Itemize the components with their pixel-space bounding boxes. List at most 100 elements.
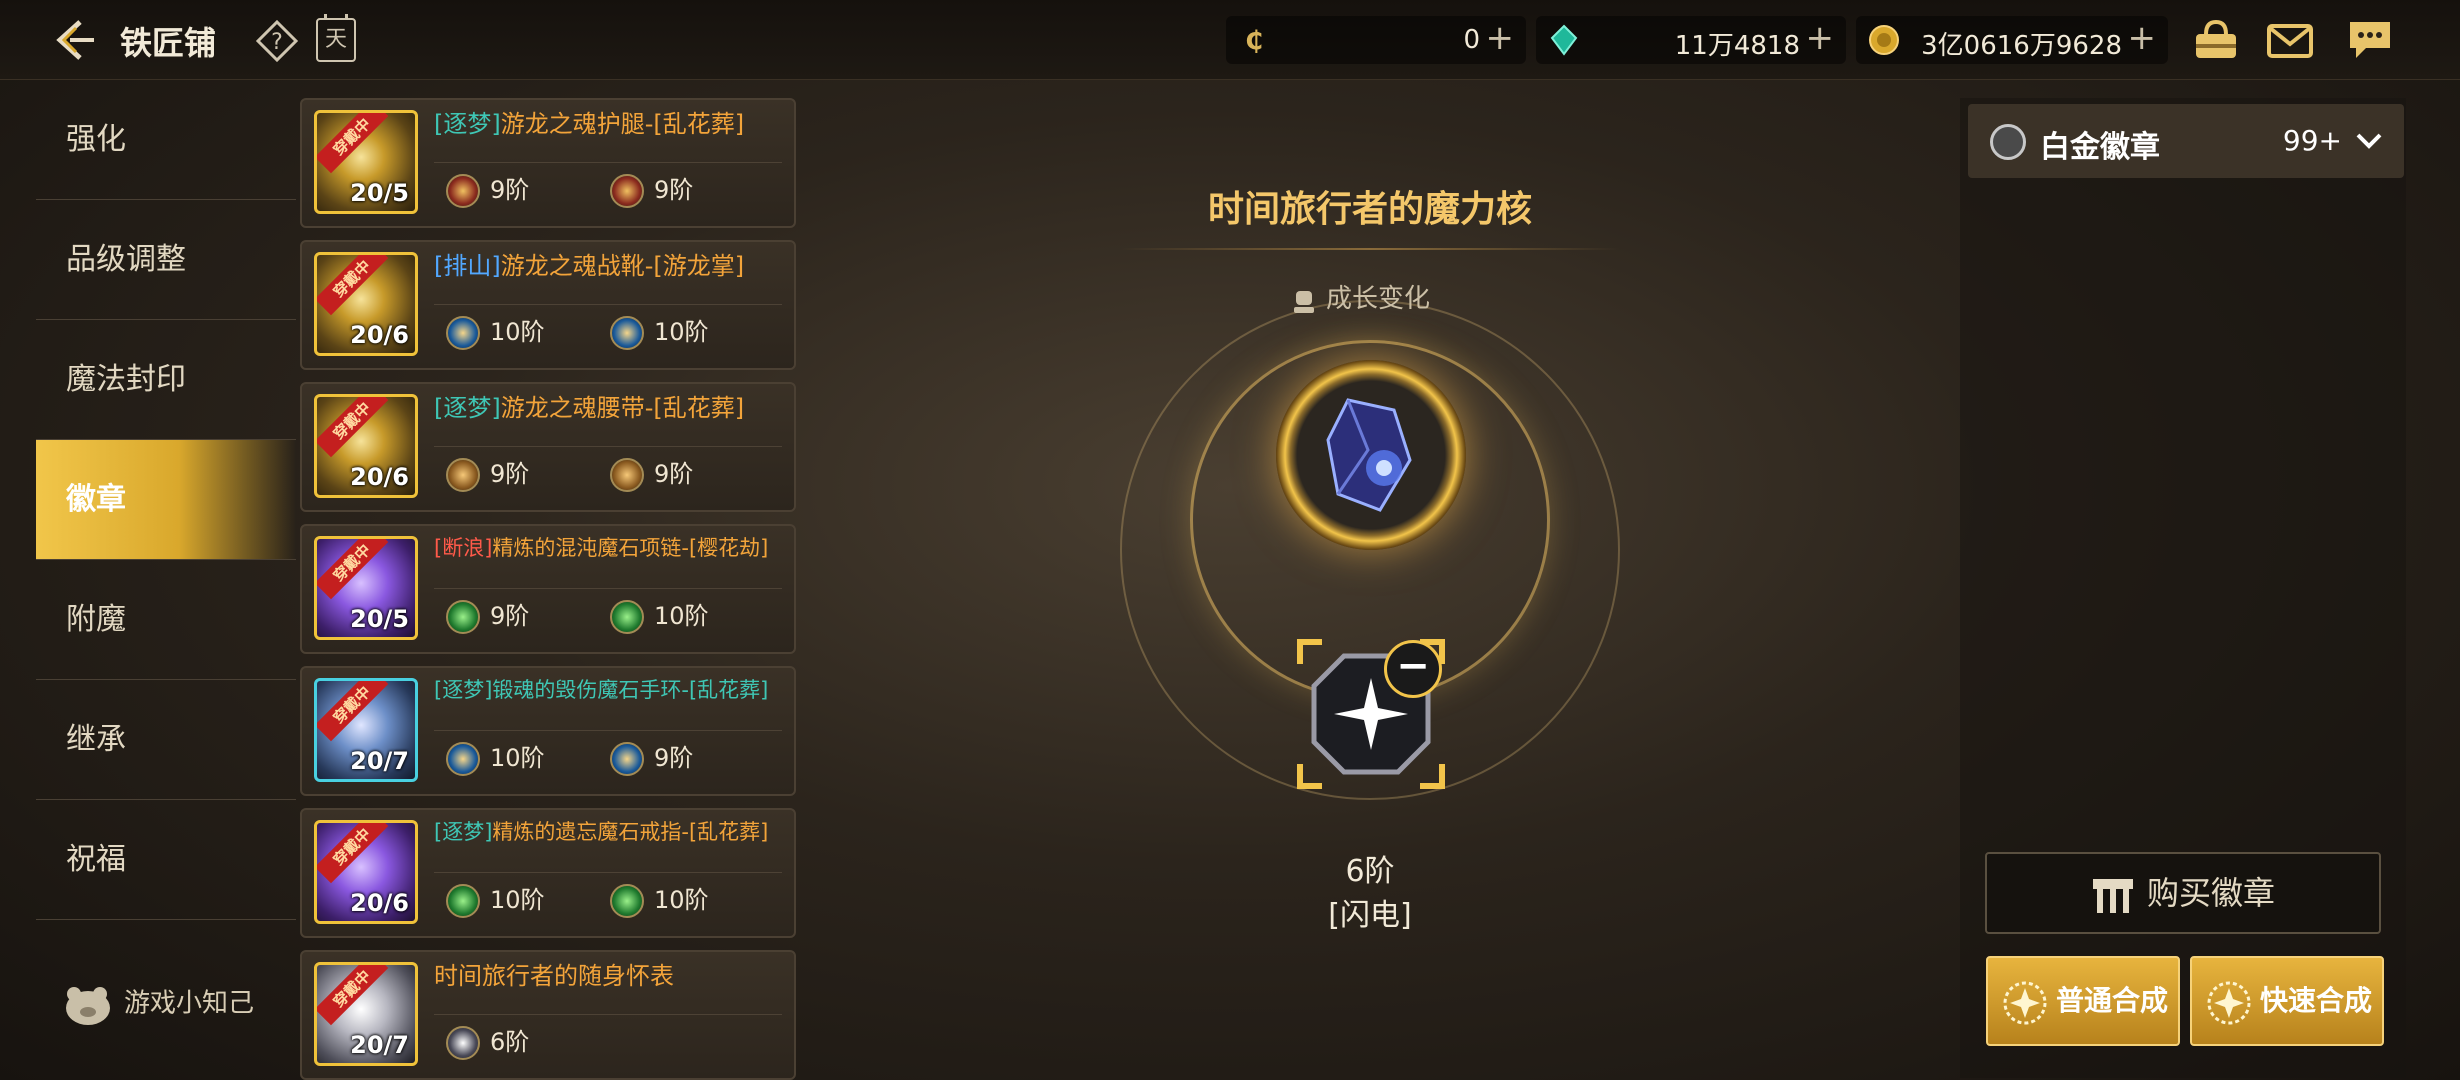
shop-bag-icon[interactable] (2192, 18, 2240, 62)
add-currency-button[interactable]: + (1806, 20, 1835, 56)
growth-change-button[interactable]: 成长变化 (1290, 278, 1430, 315)
currency-c-coin: ₵ 0 + (1226, 16, 1526, 64)
emblem-slot-2: 10阶 (610, 598, 709, 634)
item-tag: [逐梦] (434, 110, 501, 138)
remove-emblem-button[interactable]: − (1384, 640, 1442, 698)
nav-item-blessing[interactable]: 祝福 (36, 800, 296, 920)
gold-coin-icon (1869, 25, 1899, 55)
boot-emblem-icon (446, 742, 480, 776)
golden-emblem-icon (446, 458, 480, 492)
side-nav: 强化 品级调整 魔法封印 徽章 附魔 继承 祝福 游戏小知己 (36, 80, 296, 1080)
emblem-level: 10阶 (490, 318, 545, 346)
emblem-level: 9阶 (490, 602, 530, 630)
emblem-level: 9阶 (654, 744, 694, 772)
divider (434, 1014, 782, 1015)
wearing-badge: 穿戴中 (317, 397, 389, 458)
wearing-badge: 穿戴中 (317, 255, 389, 316)
crimson-emblem-icon (610, 174, 644, 208)
buy-emblem-button[interactable]: 购买徽章 (1985, 852, 2381, 934)
item-level: 20/7 (350, 1031, 409, 1059)
star-emblem-icon (446, 1026, 480, 1060)
emblem-type: [闪电] (1328, 898, 1412, 933)
mail-icon[interactable] (2266, 18, 2314, 62)
emblem-level: 10阶 (654, 318, 709, 346)
normal-craft-label: 普通合成 (2056, 984, 2169, 1017)
divider (434, 304, 782, 305)
green-emblem-icon (610, 600, 644, 634)
item-level: 20/6 (350, 463, 409, 491)
list-item[interactable]: 穿戴中 20/5 [断浪]精炼的混沌魔石项链-[樱花劫] 9阶 10阶 (300, 524, 796, 654)
chevron-down-icon (2356, 133, 2382, 149)
currency-value: 11万4818 (1674, 31, 1800, 61)
divider (434, 588, 782, 589)
tips-label: 游戏小知己 (124, 988, 255, 1019)
back-arrow-icon[interactable] (50, 18, 98, 62)
item-name: 时间旅行者的随身怀表 (434, 962, 790, 990)
nav-item-enchant[interactable]: 附魔 (36, 560, 296, 680)
equipment-list[interactable]: 穿戴中 20/5 [逐梦]游龙之魂护腿-[乱花葬] 9阶 9阶 穿戴中 20/6… (300, 90, 796, 1080)
add-currency-button[interactable]: + (2128, 20, 2157, 56)
list-item[interactable]: 穿戴中 20/7 [逐梦]锻魂的毁伤魔石手环-[乱花葬] 10阶 9阶 (300, 666, 796, 796)
item-title: 游龙之魂腰带-[乱花葬] (500, 394, 745, 422)
emblem-slot-1: 10阶 (446, 740, 545, 776)
item-thumbnail: 穿戴中 20/6 (314, 820, 418, 924)
emblem-slot-1: 9阶 (446, 172, 529, 208)
nav-item-emblem[interactable]: 徽章 (36, 440, 296, 560)
page-title: 铁匠铺 (120, 24, 217, 62)
list-item[interactable]: 穿戴中 20/6 [排山]游龙之魂战靴-[游龙掌] 10阶 10阶 (300, 240, 796, 370)
list-item[interactable]: 穿戴中 20/7 时间旅行者的随身怀表 6阶 (300, 950, 796, 1080)
emblem-filter-dropdown[interactable]: 白金徽章 99+ (1968, 104, 2404, 178)
boot-emblem-icon (610, 742, 644, 776)
emblem-slot-2: 9阶 (610, 456, 693, 492)
add-currency-button[interactable]: + (1486, 20, 1515, 56)
item-thumbnail: 穿戴中 20/7 (314, 678, 418, 782)
platinum-emblem-icon (1990, 124, 2026, 160)
item-title: 精炼的遗忘魔石戒指-[乱花葬] (492, 820, 769, 844)
emblem-level: 9阶 (490, 176, 530, 204)
fast-craft-label: 快速合成 (2260, 984, 2373, 1017)
list-item[interactable]: 穿戴中 20/6 [逐梦]游龙之魂腰带-[乱花葬] 9阶 9阶 (300, 382, 796, 512)
currency-gem: 11万4818 + (1536, 16, 1846, 64)
currency-value: 0 (1463, 25, 1480, 55)
emblem-level: 10阶 (654, 886, 709, 914)
list-item[interactable]: 穿戴中 20/6 [逐梦]精炼的遗忘魔石戒指-[乱花葬] 10阶 10阶 (300, 808, 796, 938)
emblem-slot-2: 9阶 (610, 740, 693, 776)
wearing-badge: 穿戴中 (317, 113, 389, 174)
item-title: 游龙之魂战靴-[游龙掌] (500, 252, 745, 280)
normal-craft-button[interactable]: 普通合成 (1986, 956, 2180, 1046)
golden-emblem-icon (610, 458, 644, 492)
emblem-level: 9阶 (654, 460, 694, 488)
item-title: 游龙之魂护腿-[乱花葬] (500, 110, 745, 138)
emblem-slot-1: 10阶 (446, 314, 545, 350)
nav-item-magic-seal[interactable]: 魔法封印 (36, 320, 296, 440)
wearing-badge: 穿戴中 (317, 965, 389, 1026)
chat-icon[interactable] (2346, 18, 2394, 62)
nav-item-enhance[interactable]: 强化 (36, 80, 296, 200)
emblem-craft-icon (2003, 981, 2047, 1025)
list-item[interactable]: 穿戴中 20/5 [逐梦]游龙之魂护腿-[乱花葬] 9阶 9阶 (300, 98, 796, 228)
nav-item-grade-adjust[interactable]: 品级调整 (36, 200, 296, 320)
calendar-icon[interactable]: 天 (316, 14, 356, 62)
help-icon[interactable]: ? (256, 20, 298, 62)
item-level: 20/5 (350, 179, 409, 207)
emblem-slot-2: 10阶 (610, 314, 709, 350)
crimson-emblem-icon (446, 174, 480, 208)
pig-mascot-icon (66, 987, 110, 1025)
nav-item-inherit[interactable]: 继承 (36, 680, 296, 800)
gem-icon (1550, 24, 1578, 56)
game-tips-button[interactable]: 游戏小知己 (60, 980, 254, 1028)
emblem-slot-1: 6阶 (446, 1024, 529, 1060)
crystal-core-icon (1326, 398, 1412, 512)
item-thumbnail: 穿戴中 20/6 (314, 252, 418, 356)
top-bar: 铁匠铺 ? 天 ₵ 0 + 11万4818 + 3亿0616万9628 + (0, 0, 2460, 80)
item-title: 锻魂的毁伤魔石手环-[乱花葬] (492, 678, 769, 702)
wearing-badge: 穿戴中 (317, 823, 389, 884)
emblem-slot-1: 10阶 (446, 882, 545, 918)
emblem-craft-icon (2207, 981, 2251, 1025)
item-name: [逐梦]锻魂的毁伤魔石手环-[乱花葬] (434, 678, 790, 703)
divider (434, 162, 782, 163)
wearing-badge: 穿戴中 (317, 539, 389, 600)
fast-craft-button[interactable]: 快速合成 (2190, 956, 2384, 1046)
emblem-level: 10阶 (654, 602, 709, 630)
divider (434, 730, 782, 731)
